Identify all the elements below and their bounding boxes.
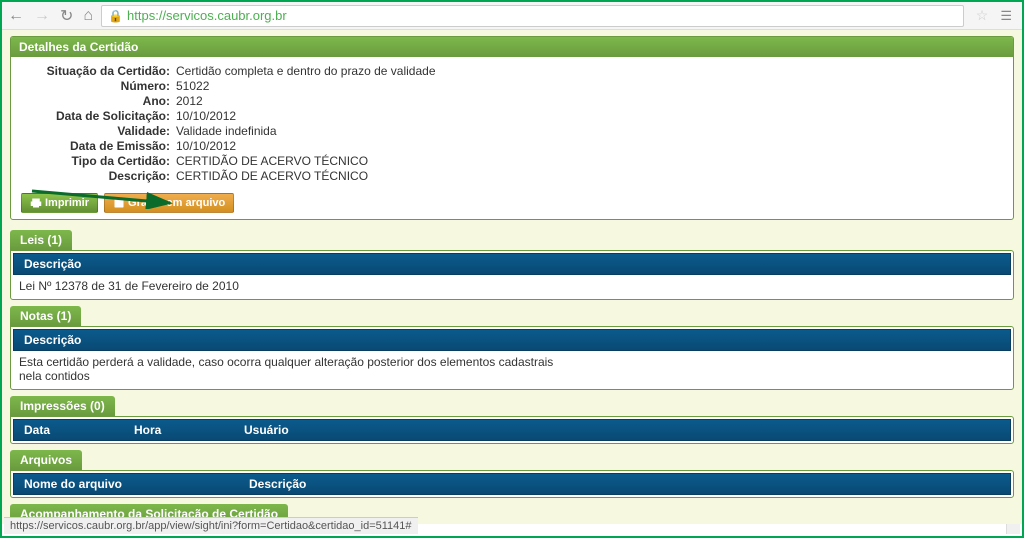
col-usuario: Usuário	[240, 423, 293, 437]
lock-icon: 🔒	[108, 9, 123, 23]
label: Descrição:	[21, 169, 176, 183]
content-area: Detalhes da Certidão Situação da Certidã…	[2, 30, 1022, 524]
label: Tipo da Certidão:	[21, 154, 176, 168]
details-body: Situação da Certidão:Certidão completa e…	[11, 57, 1013, 219]
value: 10/10/2012	[176, 109, 236, 123]
details-panel: Detalhes da Certidão Situação da Certidã…	[10, 36, 1014, 220]
label: Data de Emissão:	[21, 139, 176, 153]
detail-row: Situação da Certidão:Certidão completa e…	[21, 64, 1003, 78]
label: Situação da Certidão:	[21, 64, 176, 78]
forward-icon[interactable]: →	[34, 7, 50, 25]
notas-tab: Notas (1)	[10, 306, 81, 326]
value: 51022	[176, 79, 209, 93]
leis-body: Descrição Lei Nº 12378 de 31 de Fevereir…	[10, 250, 1014, 300]
star-icon[interactable]: ☆	[976, 7, 989, 24]
label: Data de Solicitação:	[21, 109, 176, 123]
detail-row: Tipo da Certidão:CERTIDÃO DE ACERVO TÉCN…	[21, 154, 1003, 168]
impressoes-header: Data Hora Usuário	[13, 419, 1011, 441]
url-text: https://servicos.caubr.org.br	[127, 8, 287, 23]
value: 10/10/2012	[176, 139, 236, 153]
menu-icon[interactable]: ☰	[996, 9, 1016, 22]
label: Ano:	[21, 94, 176, 108]
status-bar: https://servicos.caubr.org.br/app/view/s…	[4, 517, 418, 534]
detail-row: Validade:Validade indefinida	[21, 124, 1003, 138]
leis-tab: Leis (1)	[10, 230, 72, 250]
col-descricao: Descrição	[245, 477, 310, 491]
arquivos-header: Nome do arquivo Descrição	[13, 473, 1011, 495]
browser-toolbar: ← → ↻ ⌂ 🔒 https://servicos.caubr.org.br …	[2, 2, 1022, 30]
impressoes-body: Data Hora Usuário	[10, 416, 1014, 444]
home-icon[interactable]: ⌂	[83, 7, 93, 25]
action-buttons: Imprimir Gravar em arquivo	[21, 193, 1003, 213]
label: Número:	[21, 79, 176, 93]
printer-icon	[30, 197, 42, 209]
reload-icon[interactable]: ↻	[60, 6, 73, 26]
save-label: Gravar em arquivo	[128, 197, 225, 209]
value: Validade indefinida	[176, 124, 277, 138]
print-button[interactable]: Imprimir	[21, 193, 98, 213]
col-hora: Hora	[130, 423, 240, 437]
arquivos-body: Nome do arquivo Descrição	[10, 470, 1014, 498]
detail-row: Descrição:CERTIDÃO DE ACERVO TÉCNICO	[21, 169, 1003, 183]
leis-row: Lei Nº 12378 de 31 de Fevereiro de 2010	[13, 275, 1011, 297]
value: Certidão completa e dentro do prazo de v…	[176, 64, 436, 78]
value: CERTIDÃO DE ACERVO TÉCNICO	[176, 169, 368, 183]
save-icon	[113, 197, 125, 209]
nav-icons: ← → ↻ ⌂	[8, 6, 93, 26]
back-icon[interactable]: ←	[8, 7, 24, 25]
impressoes-tab: Impressões (0)	[10, 396, 115, 416]
detail-row: Data de Solicitação:10/10/2012	[21, 109, 1003, 123]
col-descricao: Descrição	[20, 333, 85, 347]
print-label: Imprimir	[45, 197, 89, 209]
detail-row: Data de Emissão:10/10/2012	[21, 139, 1003, 153]
leis-header: Descrição	[13, 253, 1011, 275]
arquivos-tab: Arquivos	[10, 450, 82, 470]
detail-row: Ano:2012	[21, 94, 1003, 108]
detail-row: Número:51022	[21, 79, 1003, 93]
notas-header: Descrição	[13, 329, 1011, 351]
value: 2012	[176, 94, 203, 108]
value: CERTIDÃO DE ACERVO TÉCNICO	[176, 154, 368, 168]
col-data: Data	[20, 423, 130, 437]
col-nome: Nome do arquivo	[20, 477, 245, 491]
notas-body: Descrição Esta certidão perderá a valida…	[10, 326, 1014, 390]
url-bar[interactable]: 🔒 https://servicos.caubr.org.br	[101, 5, 964, 27]
label: Validade:	[21, 124, 176, 138]
save-button[interactable]: Gravar em arquivo	[104, 193, 234, 213]
col-descricao: Descrição	[20, 257, 85, 271]
details-header: Detalhes da Certidão	[11, 37, 1013, 57]
notas-row: Esta certidão perderá a validade, caso o…	[13, 351, 573, 387]
